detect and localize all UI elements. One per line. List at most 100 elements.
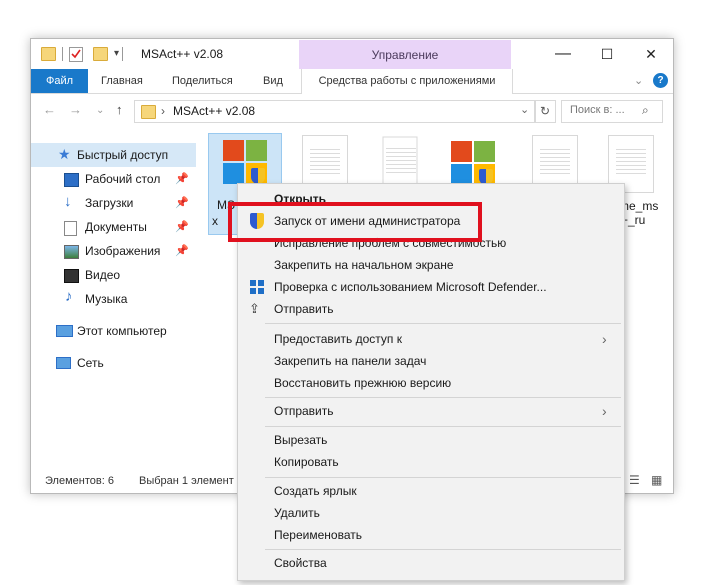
customize-quick-access-icon[interactable]: ▾ [114,48,119,59]
sidebar-item-videos[interactable]: Видео [31,263,196,287]
windows-logo-icon [223,140,267,184]
sidebar-item-downloads[interactable]: ↓ Загрузки 📌 [31,191,196,215]
ribbon-tabs: Файл Главная Поделиться Вид Средства раб… [31,69,673,94]
menu-item-share[interactable]: ⇪ Отправить [238,298,624,320]
pictures-icon [64,245,79,259]
sidebar-item-music[interactable]: ♪ Музыка [31,287,196,311]
tab-file[interactable]: Файл [31,69,88,93]
address-bar[interactable]: › MSAct++ v2.08 ⌄ [134,100,536,123]
document-icon [64,221,77,236]
refresh-icon[interactable]: ↻ [534,100,556,123]
sidebar-item-network[interactable]: Сеть [31,351,196,375]
sidebar-item-label: Быстрый доступ [77,148,169,162]
download-icon: ↓ [64,193,72,210]
menu-separator [265,477,621,478]
sidebar-item-pictures[interactable]: Изображения 📌 [31,239,196,263]
title-bar: ▾ MSAct++ v2.08 Управление — ☐ ✕ [31,39,673,69]
expand-ribbon-icon[interactable]: ⌄ [634,69,643,93]
pin-icon[interactable]: 📌 [175,167,189,191]
context-tab-manage[interactable]: Управление [299,40,511,69]
menu-item-give-access[interactable]: Предоставить доступ к › [238,328,624,350]
pin-icon[interactable]: 📌 [175,215,189,239]
menu-separator [265,397,621,398]
tab-home[interactable]: Главная [101,69,143,93]
menu-item-pin-to-start[interactable]: Закрепить на начальном экране [238,254,624,276]
menu-item-label: Предоставить доступ к [274,332,402,346]
file-name-line2: x [212,214,218,228]
menu-item-create-shortcut[interactable]: Создать ярлык [238,480,624,502]
sidebar-item-label: Музыка [85,292,128,306]
video-icon [64,269,79,283]
tab-share[interactable]: Поделиться [172,69,233,93]
folder-icon [141,105,156,119]
minimize-button[interactable]: — [541,39,585,69]
menu-item-defender-scan[interactable]: Проверка с использованием Microsoft Defe… [238,276,624,298]
up-arrow-icon[interactable]: ↑ [116,102,123,117]
menu-item-label: Восстановить прежнюю версию [274,376,452,390]
menu-item-rename[interactable]: Переименовать [238,524,624,546]
sidebar-item-label: Документы [85,220,147,234]
menu-item-label: Закрепить на начальном экране [274,258,454,272]
large-icons-view-icon[interactable]: ▦ [651,473,662,487]
selection-status: Выбран 1 элемент [139,475,234,487]
menu-item-copy[interactable]: Копировать [238,451,624,473]
menu-item-label: Проверка с использованием Microsoft Defe… [274,280,547,294]
chevron-right-icon: › [161,104,165,118]
menu-item-label: Переименовать [274,528,362,542]
menu-item-label: Создать ярлык [274,484,357,498]
chevron-right-icon: › [602,331,607,347]
menu-separator [265,426,621,427]
details-view-icon[interactable]: ☰ [629,473,640,487]
tab-view[interactable]: Вид [263,69,283,93]
sidebar-item-documents[interactable]: Документы 📌 [31,215,196,239]
back-arrow-icon[interactable]: ← [43,102,56,117]
window-title: MSAct++ v2.08 [141,47,224,61]
share-icon: ⇪ [249,301,260,316]
uac-shield-icon [251,168,265,184]
menu-separator [265,323,621,324]
sidebar-item-quick-access[interactable]: ★ Быстрый доступ [31,143,196,167]
tab-app-tools[interactable]: Средства работы с приложениями [301,69,513,94]
desktop-icon [64,173,79,187]
address-path: MSAct++ v2.08 [173,104,256,118]
highlight-box [228,202,482,242]
navigation-pane: ★ Быстрый доступ Рабочий стол 📌 ↓ Загруз… [31,143,196,375]
forward-arrow-icon[interactable]: → [69,102,82,117]
menu-item-properties[interactable]: Свойства [238,552,624,574]
star-icon: ★ [58,146,71,162]
divider [62,47,63,61]
sidebar-item-label: Загрузки [85,196,134,210]
menu-item-send-to[interactable]: Отправить › [238,400,624,422]
properties-icon[interactable] [69,47,83,62]
context-menu: Открыть Запуск от имени администратора И… [237,183,625,581]
defender-icon [249,279,265,295]
music-note-icon: ♪ [65,288,73,305]
menu-item-pin-to-taskbar[interactable]: Закрепить на панели задач [238,350,624,372]
menu-item-label: Вырезать [274,433,328,447]
close-button[interactable]: ✕ [629,39,673,69]
sidebar-item-label: Изображения [85,244,161,258]
computer-icon [56,325,73,337]
sidebar-item-this-pc[interactable]: Этот компьютер [31,319,196,343]
maximize-button[interactable]: ☐ [585,39,629,69]
menu-item-delete[interactable]: Удалить [238,502,624,524]
menu-item-label: Свойства [274,556,327,570]
search-input[interactable]: Поиск в: ... ⌕ [561,100,663,123]
item-count: Элементов: 6 [45,475,114,487]
folder-icon [41,47,56,61]
menu-item-label: Отправить [274,404,334,418]
menu-item-label: Закрепить на панели задач [274,354,427,368]
address-dropdown-icon[interactable]: ⌄ [520,103,529,116]
pin-icon[interactable]: 📌 [175,191,189,215]
pin-icon[interactable]: 📌 [175,239,189,263]
menu-item-cut[interactable]: Вырезать [238,429,624,451]
help-icon[interactable]: ? [653,73,668,88]
recent-locations-icon[interactable]: ⌄ [96,105,104,116]
menu-item-restore-previous[interactable]: Восстановить прежнюю версию [238,372,624,394]
search-placeholder: Поиск в: ... [570,104,625,116]
new-folder-icon[interactable] [93,47,108,61]
address-row: ← → ⌄ ↑ › MSAct++ v2.08 ⌄ ↻ Поиск в: ...… [31,94,673,128]
sidebar-item-label: Сеть [77,356,104,370]
sidebar-item-desktop[interactable]: Рабочий стол 📌 [31,167,196,191]
sidebar-item-label: Рабочий стол [85,172,161,186]
